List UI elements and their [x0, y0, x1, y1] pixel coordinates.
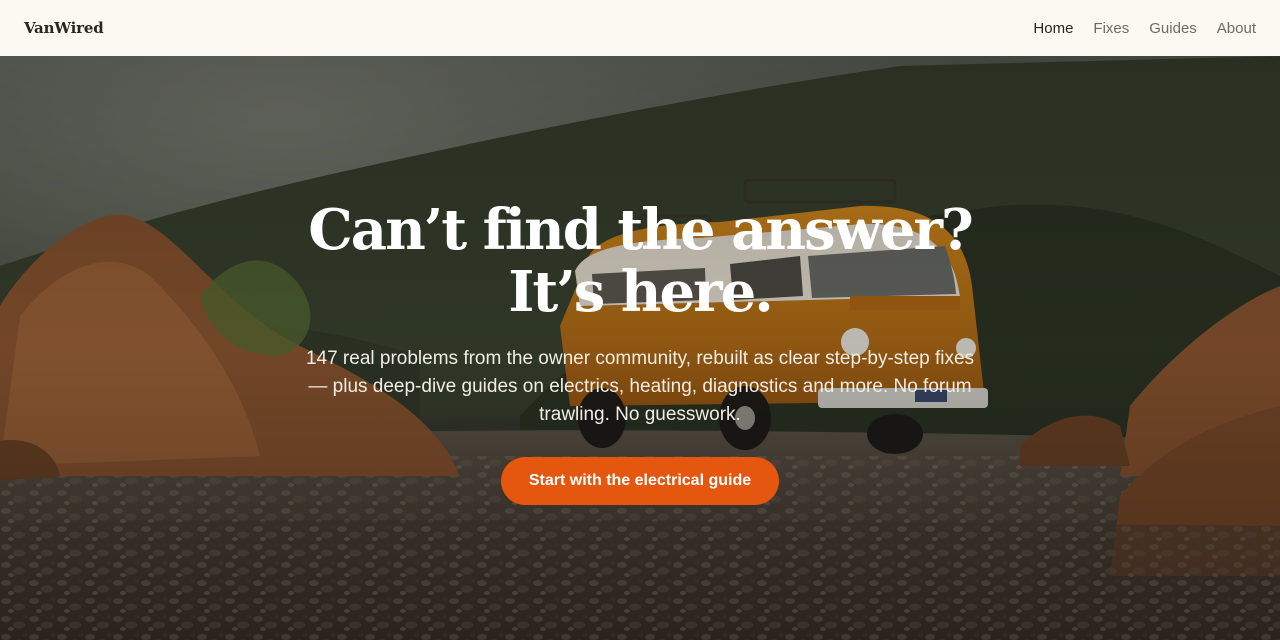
electrical-guide-cta-button[interactable]: Start with the electrical guide	[500, 457, 780, 505]
main-nav: Home Fixes Guides About	[1033, 20, 1256, 37]
brand-logo[interactable]: VanWired	[24, 19, 104, 37]
hero-headline: Can’t find the answer? It’s here.	[308, 197, 974, 325]
nav-home-link[interactable]: Home	[1033, 20, 1073, 37]
hero-content: Can’t find the answer? It’s here. 147 re…	[0, 56, 1280, 640]
nav-fixes-link[interactable]: Fixes	[1093, 20, 1129, 37]
nav-guides-link[interactable]: Guides	[1149, 20, 1197, 37]
site-header: VanWired Home Fixes Guides About	[0, 0, 1280, 56]
hero-section: Can’t find the answer? It’s here. 147 re…	[0, 56, 1280, 640]
hero-subtitle: 147 real problems from the owner communi…	[305, 348, 975, 425]
nav-about-link[interactable]: About	[1217, 20, 1256, 37]
